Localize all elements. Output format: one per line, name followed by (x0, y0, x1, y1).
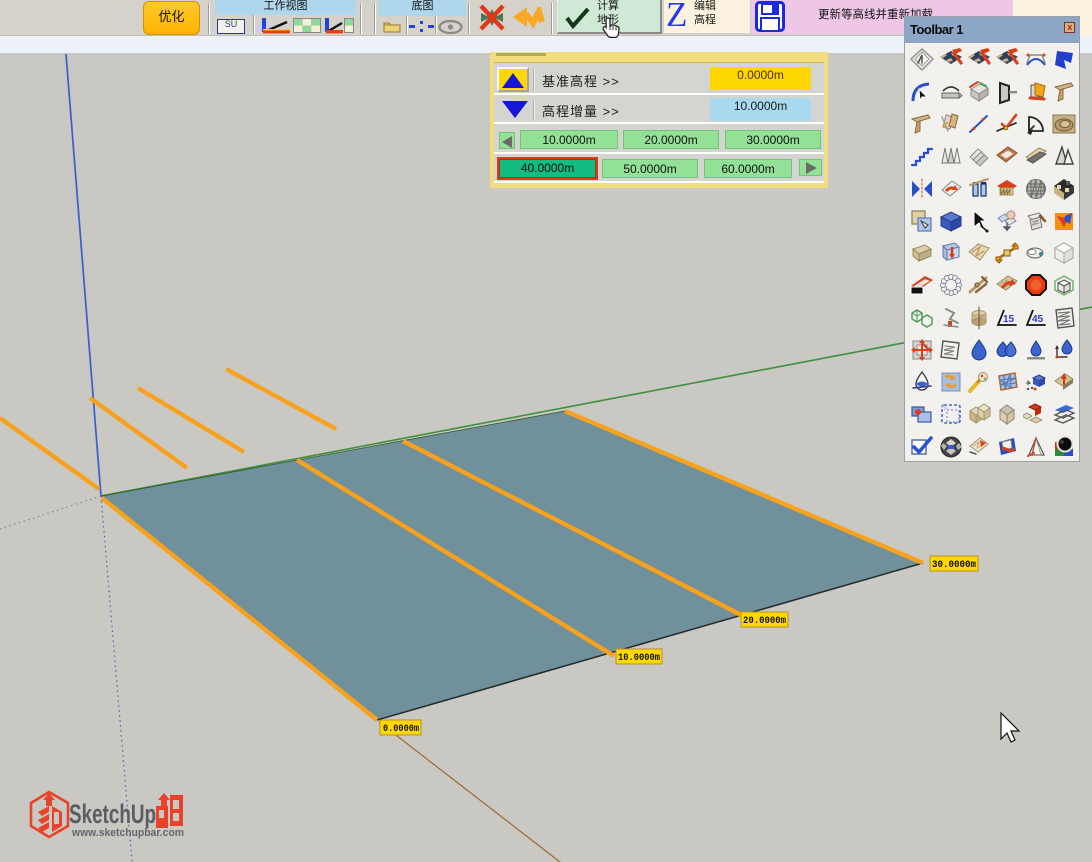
svg-text:20.0000m: 20.0000m (743, 616, 786, 627)
svg-text:0.0000m: 0.0000m (383, 724, 419, 735)
svg-text:30.0000m: 30.0000m (932, 560, 976, 571)
svg-text:10.0000m: 10.0000m (618, 653, 660, 664)
svg-text:45: 45 (1032, 314, 1044, 325)
svg-text:SketchUp: SketchUp (69, 799, 156, 829)
svg-text:15: 15 (1003, 314, 1015, 325)
svg-text:www.sketchupbar.com: www.sketchupbar.com (71, 827, 184, 839)
